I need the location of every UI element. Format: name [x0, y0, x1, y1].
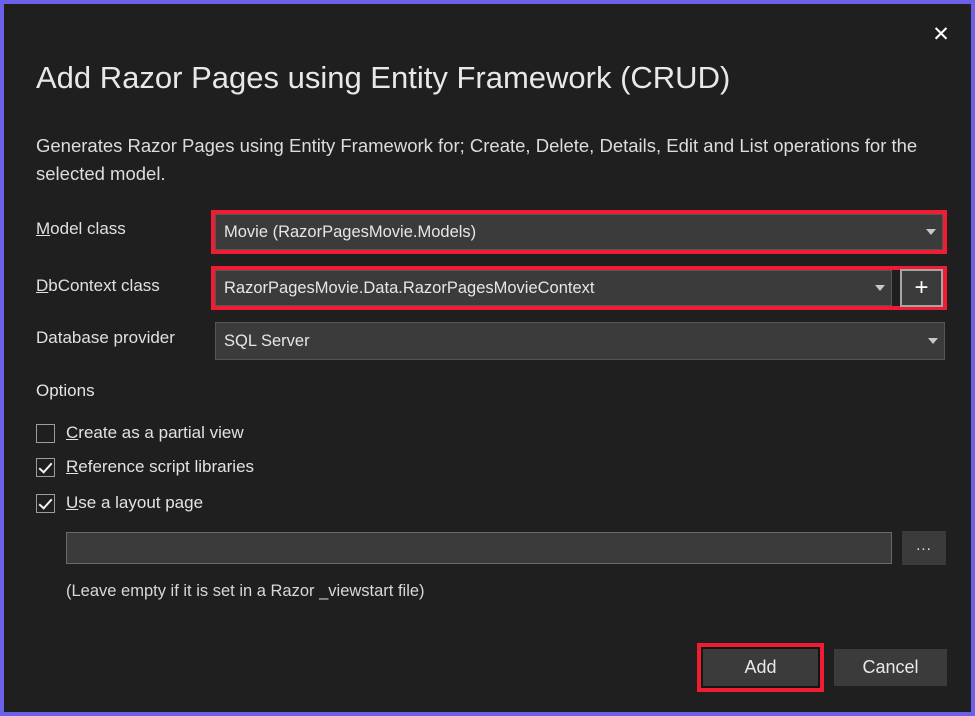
options-section-title: Options — [36, 381, 95, 401]
page-title: Add Razor Pages using Entity Framework (… — [36, 60, 730, 96]
chevron-down-icon — [920, 229, 942, 235]
add-razor-pages-dialog: ✕ Add Razor Pages using Entity Framework… — [0, 0, 975, 716]
checkbox-icon[interactable] — [36, 494, 55, 513]
checkbox-label-accesskey: C — [66, 423, 78, 442]
checkbox-icon[interactable] — [36, 424, 55, 443]
checkbox-label: Reference script libraries — [66, 457, 254, 477]
add-dbcontext-button[interactable]: + — [900, 269, 943, 307]
checkbox-label-text: eference script libraries — [78, 457, 254, 476]
checkbox-label-accesskey: R — [66, 457, 78, 476]
add-button[interactable]: Add — [701, 647, 820, 688]
checkbox-label-accesskey: U — [66, 493, 78, 512]
checkbox-reference-script-libraries[interactable]: Reference script libraries — [36, 457, 254, 477]
dbcontext-class-label-accesskey: D — [36, 276, 48, 295]
dbcontext-class-label-text: bContext class — [48, 276, 160, 295]
model-class-combobox[interactable]: Movie (RazorPagesMovie.Models) — [215, 214, 943, 250]
cancel-button[interactable]: Cancel — [834, 649, 947, 686]
dbcontext-class-combobox[interactable]: RazorPagesMovie.Data.RazorPagesMovieCont… — [215, 270, 892, 306]
dialog-description: Generates Razor Pages using Entity Frame… — [36, 132, 946, 188]
model-class-label-accesskey: M — [36, 219, 50, 238]
model-class-label: Model class — [36, 219, 126, 239]
checkbox-use-a-layout-page[interactable]: Use a layout page — [36, 493, 203, 513]
checkbox-icon[interactable] — [36, 458, 55, 477]
close-icon[interactable]: ✕ — [923, 16, 959, 52]
checkbox-create-as-partial-view[interactable]: Create as a partial view — [36, 423, 244, 443]
model-class-label-text: odel class — [50, 219, 126, 238]
layout-page-input[interactable] — [66, 532, 892, 564]
database-provider-combobox[interactable]: SQL Server — [215, 322, 945, 360]
layout-page-hint: (Leave empty if it is set in a Razor _vi… — [66, 582, 425, 601]
dbcontext-class-label: DbContext class — [36, 276, 160, 296]
checkbox-label-text: se a layout page — [78, 493, 203, 512]
checkbox-label-text: reate as a partial view — [78, 423, 243, 442]
browse-layout-page-button[interactable]: ... — [902, 531, 946, 565]
database-provider-value: SQL Server — [216, 332, 922, 351]
chevron-down-icon — [869, 285, 891, 291]
checkbox-label: Create as a partial view — [66, 423, 244, 443]
database-provider-label: Database provider — [36, 328, 175, 348]
chevron-down-icon — [922, 338, 944, 344]
checkbox-label: Use a layout page — [66, 493, 203, 513]
model-class-value: Movie (RazorPagesMovie.Models) — [216, 223, 920, 242]
dbcontext-class-value: RazorPagesMovie.Data.RazorPagesMovieCont… — [216, 279, 869, 298]
